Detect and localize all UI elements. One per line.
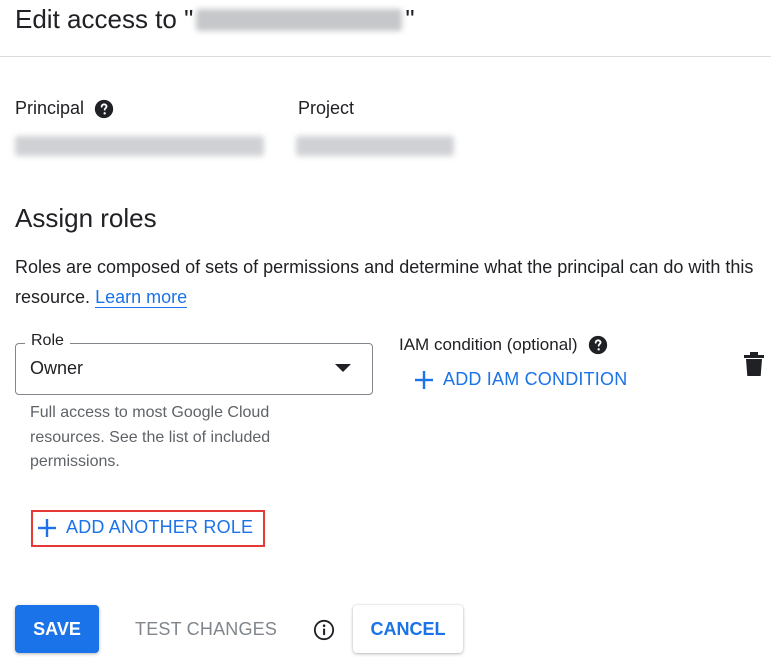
- save-button[interactable]: SAVE: [15, 605, 99, 653]
- redacted-principal-email: [15, 136, 264, 156]
- learn-more-link[interactable]: Learn more: [95, 287, 188, 308]
- add-iam-condition-label: ADD IAM CONDITION: [443, 369, 628, 389]
- plus-icon: [415, 370, 433, 389]
- assign-roles-description: Roles are composed of sets of permission…: [15, 252, 760, 312]
- header-divider: [0, 56, 771, 57]
- add-iam-condition-button[interactable]: ADD IAM CONDITION: [415, 369, 627, 390]
- principal-heading: Principal: [15, 98, 114, 119]
- edit-access-dialog: Edit access to " " Principal Project Ass…: [0, 0, 771, 661]
- role-value: Owner: [30, 358, 84, 378]
- trash-icon[interactable]: [744, 352, 764, 376]
- help-circle-icon[interactable]: [588, 335, 608, 355]
- plus-icon: [38, 518, 56, 537]
- role-hint: Full access to most Google Cloud resourc…: [30, 404, 271, 470]
- help-circle-icon[interactable]: [94, 99, 114, 119]
- role-select[interactable]: Role Owner: [15, 332, 373, 395]
- add-another-role-label: ADD ANOTHER ROLE: [66, 517, 254, 537]
- dialog-title: Edit access to " ": [15, 4, 415, 35]
- arrow-drop-down-icon: [335, 364, 351, 372]
- project-label: Project: [298, 98, 355, 118]
- assign-roles-title: Assign roles: [15, 203, 157, 233]
- iam-condition-heading: IAM condition (optional): [399, 335, 608, 355]
- dialog-title-prefix: Edit access to ": [15, 4, 194, 34]
- redacted-project-name: [196, 8, 403, 31]
- principal-label: Principal: [15, 98, 85, 118]
- iam-condition-label: IAM condition (optional): [399, 335, 578, 354]
- dialog-title-suffix: ": [405, 4, 415, 34]
- role-label: Role: [25, 332, 70, 350]
- test-changes-button[interactable]: TEST CHANGES: [135, 619, 277, 640]
- redacted-project-value: [296, 136, 454, 156]
- add-another-role-button[interactable]: ADD ANOTHER ROLE: [38, 517, 253, 538]
- project-heading: Project: [298, 98, 354, 119]
- info-icon[interactable]: [313, 619, 335, 641]
- cancel-button[interactable]: CANCEL: [353, 605, 463, 653]
